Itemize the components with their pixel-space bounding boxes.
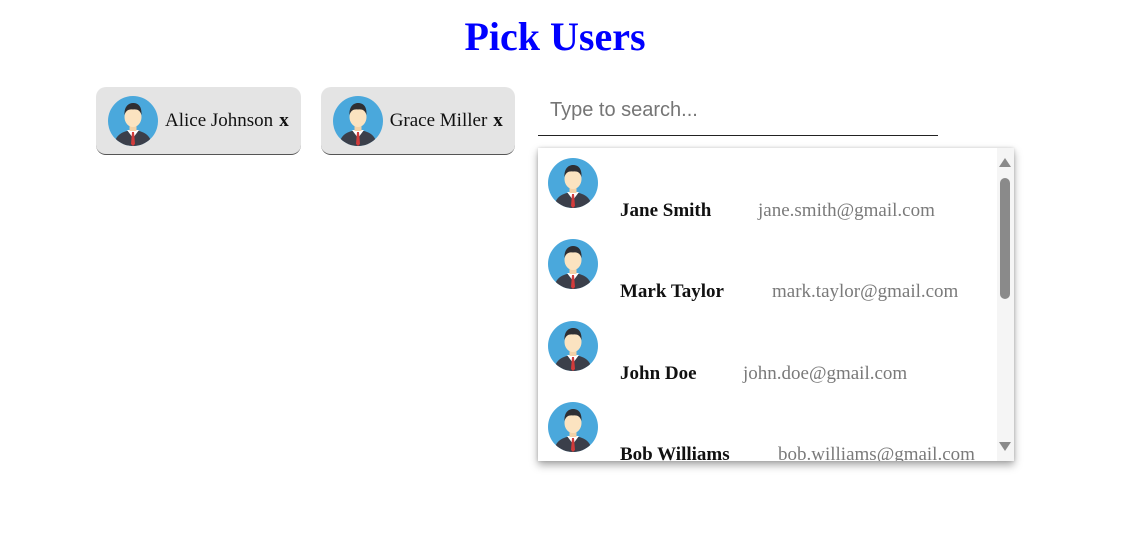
suggestion-email: john.doe@gmail.com [743,363,908,384]
search-input[interactable] [538,87,938,133]
chip-label: Grace Miller [389,109,488,131]
suggestion-name: Jane Smith [620,200,712,221]
user-avatar-icon [333,96,383,146]
suggestion-item[interactable]: Jane Smith jane.smith@gmail.com [548,158,988,228]
suggestions-dropdown: Jane Smith jane.smith@gmail.com Mark Tay… [538,148,1014,461]
suggestion-item[interactable]: Mark Taylor mark.taylor@gmail.com [548,239,988,309]
chip-remove-button[interactable]: x [279,110,289,132]
search-field [538,87,938,136]
suggestion-name: Bob Williams [620,444,730,461]
selected-user-chip[interactable]: Grace Miller x [320,87,515,155]
chip-remove-button[interactable]: x [493,110,503,132]
suggestion-item[interactable]: John Doe john.doe@gmail.com [548,321,988,391]
page: Pick Users Alice Johnson x Grace Miller … [0,0,1128,533]
scroll-down-arrow-icon[interactable] [999,442,1011,451]
scrollbar-thumb[interactable] [1000,178,1010,299]
page-title: Pick Users [464,14,646,59]
user-avatar-icon [548,321,598,371]
user-avatar-icon [548,239,598,289]
suggestion-name: John Doe [620,363,697,384]
suggestion-email: jane.smith@gmail.com [758,200,935,221]
selected-user-chip[interactable]: Alice Johnson x [96,87,301,155]
user-avatar-icon [548,158,598,208]
suggestion-email: bob.williams@gmail.com [778,444,975,461]
user-avatar-icon [108,96,158,146]
dropdown-scrollbar[interactable] [997,148,1014,461]
suggestion-item[interactable]: Bob Williams bob.williams@gmail.com [548,402,988,461]
suggestion-name: Mark Taylor [620,281,724,302]
chip-label: Alice Johnson [165,109,274,131]
scroll-up-arrow-icon[interactable] [999,158,1011,167]
suggestion-email: mark.taylor@gmail.com [772,281,959,302]
selected-users: Alice Johnson x Grace Miller x [96,87,515,155]
user-avatar-icon [548,402,598,452]
